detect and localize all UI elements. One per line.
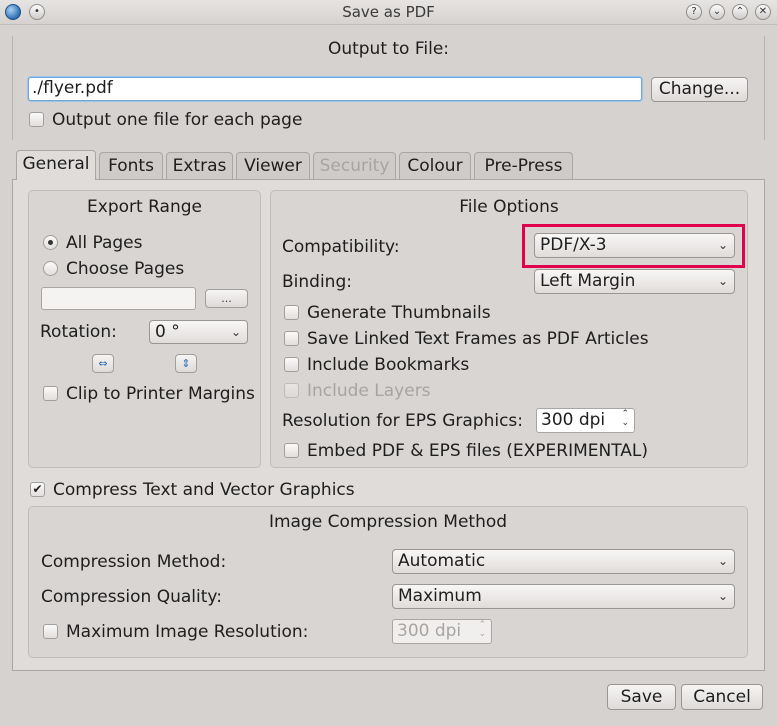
compress-label: Compress Text and Vector Graphics [53,480,355,500]
choose-pages-label: Choose Pages [66,259,185,279]
flip-horizontal-icon: ⇔ [98,357,108,370]
tab-viewer[interactable]: Viewer [236,152,310,180]
maximize-icon[interactable]: ⌃ [732,4,748,20]
minimize-icon[interactable]: ⌄ [709,4,725,20]
all-pages-radio[interactable] [43,235,58,250]
chevron-down-icon: ⌄ [230,325,241,339]
clip-margins-checkbox[interactable] [43,386,58,401]
file-options-heading: File Options [459,197,559,217]
tab-pre-press[interactable]: Pre-Press [474,152,573,180]
chevron-down-icon: ⌄ [717,554,728,568]
compression-quality-select[interactable]: Maximum ⌄ [392,584,735,609]
spin-arrows-icon: ⌃ ⌄ [478,620,486,639]
chevron-down-icon: ⌄ [717,274,728,288]
layers-label: Include Layers [307,381,431,401]
cancel-button[interactable]: Cancel [681,684,763,710]
rotation-select[interactable]: 0 ° ⌄ [149,320,248,344]
rotation-value: 0 ° [155,322,180,342]
binding-value: Left Margin [540,271,636,291]
help-icon[interactable]: ? [686,4,702,20]
linked-frames-checkbox[interactable] [284,331,299,346]
choose-pages-radio[interactable] [43,261,58,276]
compression-method-value: Automatic [398,551,486,571]
chevron-down-icon: ⌄ [717,589,728,603]
tab-extras[interactable]: Extras [166,152,233,180]
eps-resolution-label: Resolution for EPS Graphics: [282,411,523,431]
compression-method-select[interactable]: Automatic ⌄ [392,549,735,574]
clip-margins-label: Clip to Printer Margins [66,384,255,404]
tab-general[interactable]: General [16,150,96,180]
flip-vertical-button[interactable]: ⇕ [175,354,197,373]
binding-select[interactable]: Left Margin ⌄ [534,269,735,294]
output-heading: Output to File: [327,39,450,59]
eps-resolution-value: 300 dpi [541,410,606,430]
compatibility-label: Compatibility: [282,237,400,257]
save-button[interactable]: Save [607,684,676,710]
bookmarks-checkbox[interactable] [284,357,299,372]
bookmarks-label: Include Bookmarks [307,355,470,375]
spin-arrows-icon[interactable]: ⌃ ⌄ [621,410,629,428]
embed-pdf-checkbox[interactable] [284,443,299,458]
window-title: Save as PDF [342,3,435,21]
compression-quality-value: Maximum [398,586,482,606]
rotation-label: Rotation: [40,322,117,342]
thumbnails-checkbox[interactable] [284,305,299,320]
file-path-input[interactable]: ./flyer.pdf [28,77,642,101]
max-resolution-value: 300 dpi [397,621,462,641]
compress-checkbox[interactable]: ✔ [30,482,45,497]
compatibility-select[interactable]: PDF/X-3 ⌄ [534,233,735,258]
tab-fonts[interactable]: Fonts [99,152,163,180]
max-resolution-checkbox[interactable] [43,624,58,639]
tab-security: Security [313,152,396,180]
one-file-checkbox[interactable] [29,112,44,127]
all-pages-label: All Pages [66,233,143,253]
flip-horizontal-button[interactable]: ⇔ [92,354,114,373]
flip-vertical-icon: ⇕ [181,357,191,370]
binding-label: Binding: [282,272,352,292]
thumbnails-label: Generate Thumbnails [307,303,491,323]
compression-quality-label: Compression Quality: [41,587,222,607]
export-range-heading: Export Range [87,197,202,217]
one-file-label: Output one file for each page [52,110,303,130]
chevron-down-icon: ⌄ [717,238,728,252]
change-button[interactable]: Change... [651,77,748,102]
embed-pdf-label: Embed PDF & EPS files (EXPERIMENTAL) [307,441,649,461]
browse-pages-button[interactable]: ... [205,289,248,308]
pages-input[interactable] [41,287,196,310]
linked-frames-label: Save Linked Text Frames as PDF Articles [307,329,649,349]
max-resolution-spinbox: 300 dpi ⌃ ⌄ [392,619,492,644]
eps-resolution-spinbox[interactable]: 300 dpi ⌃ ⌄ [536,408,635,433]
compatibility-value: PDF/X-3 [540,235,607,255]
image-compression-heading: Image Compression Method [268,512,508,532]
max-resolution-label: Maximum Image Resolution: [66,622,309,642]
close-icon[interactable]: ✕ [755,4,771,20]
layers-checkbox [284,383,299,398]
tab-colour[interactable]: Colour [399,152,471,180]
compression-method-label: Compression Method: [41,552,227,572]
